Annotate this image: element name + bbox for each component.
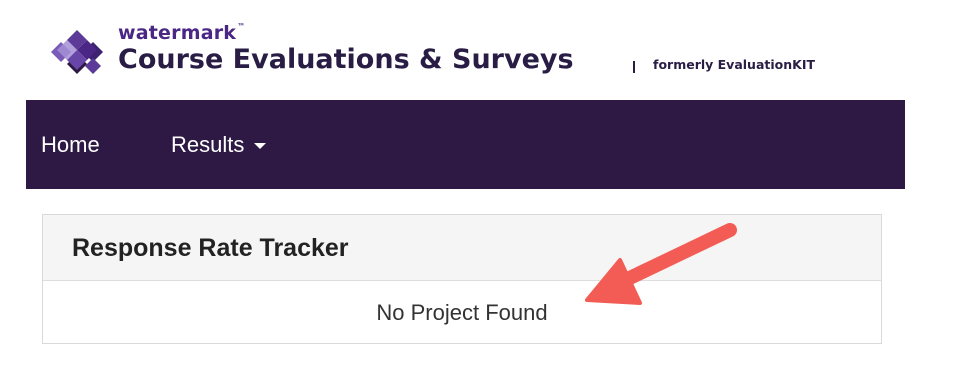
brand-separator — [633, 61, 635, 73]
empty-state-message: No Project Found — [376, 300, 548, 325]
nav-results-dropdown[interactable]: Results — [171, 100, 267, 189]
watermark-logo-icon — [51, 30, 103, 74]
response-rate-panel: Response Rate Tracker No Project Found — [42, 214, 882, 344]
trademark-mark: ™ — [237, 22, 246, 31]
nav-results-label: Results — [171, 132, 245, 157]
panel-title: Response Rate Tracker — [43, 215, 881, 281]
brand-name: watermark™ — [118, 22, 246, 44]
main-navbar: Home Results — [26, 100, 905, 189]
product-title: Course Evaluations & Surveys — [118, 44, 574, 75]
former-name-note: formerly EvaluationKIT — [653, 57, 815, 72]
caret-down-icon — [254, 143, 267, 150]
nav-home-link[interactable]: Home — [41, 100, 100, 189]
annotation-arrow-icon — [585, 223, 737, 305]
brand-name-text: watermark — [118, 22, 237, 44]
